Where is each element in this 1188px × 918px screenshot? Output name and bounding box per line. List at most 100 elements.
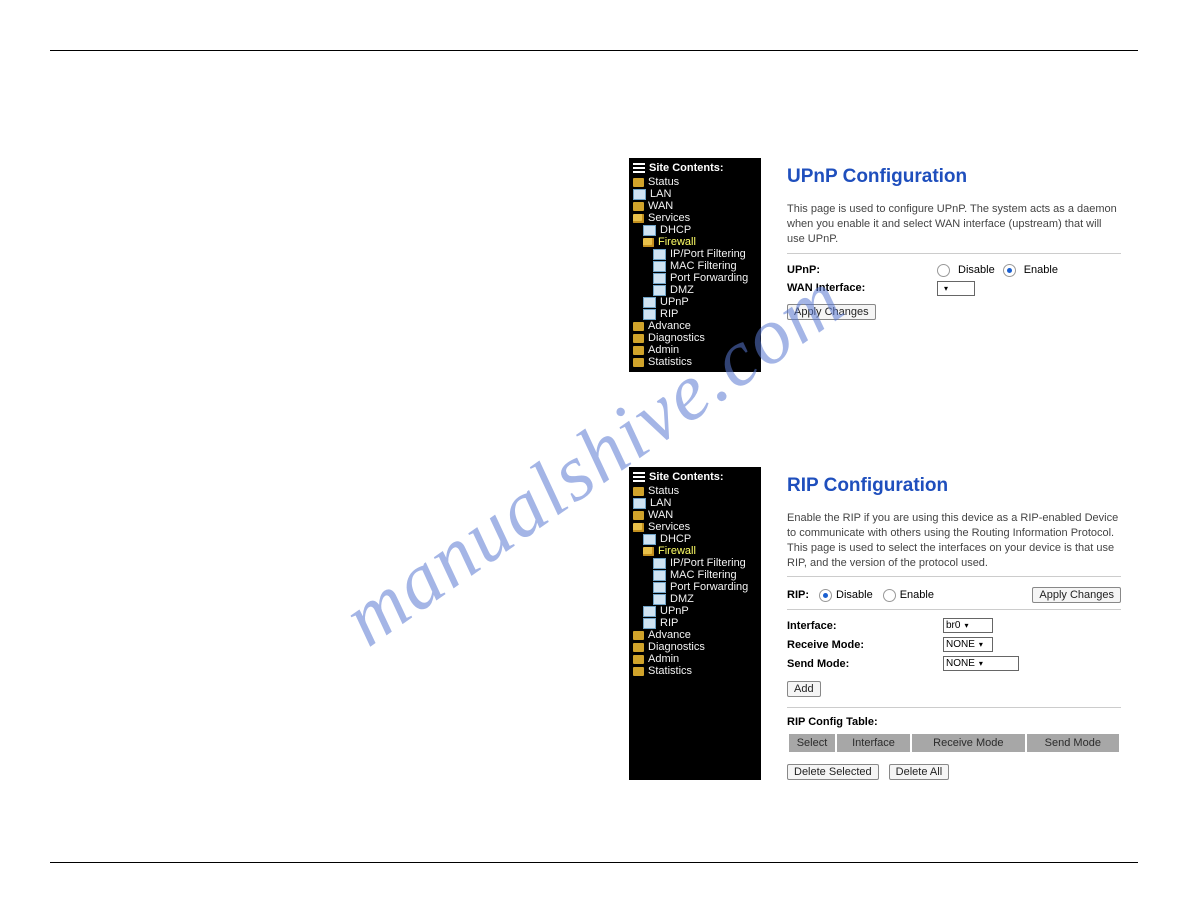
- tree-item-port-forwarding[interactable]: Port Forwarding: [633, 272, 757, 284]
- tree-item-label: RIP: [660, 617, 678, 629]
- tree-item-label: IP/Port Filtering: [670, 557, 746, 569]
- tree-item-label: Firewall: [658, 236, 696, 248]
- tree-item-statistics[interactable]: Statistics: [633, 665, 757, 677]
- folder-icon: [633, 655, 644, 664]
- tree-item-label: Status: [648, 485, 679, 497]
- site-tree-upnp: Site Contents: StatusLANWANServicesDHCPFi…: [629, 158, 761, 372]
- document-icon: [653, 273, 666, 284]
- wan-interface-label: WAN Interface:: [787, 282, 937, 294]
- tree-item-rip[interactable]: RIP: [633, 308, 757, 320]
- tree-item-label: Firewall: [658, 545, 696, 557]
- tree-item-firewall[interactable]: Firewall: [633, 236, 757, 248]
- tree-item-admin[interactable]: Admin: [633, 344, 757, 356]
- tree-item-ip-port-filtering[interactable]: IP/Port Filtering: [633, 557, 757, 569]
- menu-icon: [633, 163, 645, 173]
- rip-enable-radio[interactable]: [883, 589, 896, 602]
- folder-icon: [643, 547, 654, 556]
- document-icon: [643, 606, 656, 617]
- tree-item-lan[interactable]: LAN: [633, 188, 757, 200]
- tree-header: Site Contents:: [633, 162, 757, 174]
- document-icon: [653, 594, 666, 605]
- tree-item-upnp[interactable]: UPnP: [633, 296, 757, 308]
- tree-item-label: Statistics: [648, 356, 692, 368]
- delete-all-button[interactable]: Delete All: [889, 764, 949, 780]
- document-icon: [653, 570, 666, 581]
- document-icon: [643, 225, 656, 236]
- tree-item-mac-filtering[interactable]: MAC Filtering: [633, 260, 757, 272]
- tree-item-status[interactable]: Status: [633, 176, 757, 188]
- tree-item-label: Statistics: [648, 665, 692, 677]
- upnp-description: This page is used to configure UPnP. The…: [787, 202, 1121, 254]
- document-icon: [633, 189, 646, 200]
- col-select: Select: [789, 734, 835, 752]
- folder-icon: [633, 322, 644, 331]
- upnp-enable-text: Enable: [1024, 264, 1058, 276]
- tree-item-upnp[interactable]: UPnP: [633, 605, 757, 617]
- rip-apply-button[interactable]: Apply Changes: [1032, 587, 1121, 603]
- upnp-enable-radio[interactable]: [1003, 264, 1016, 277]
- folder-icon: [633, 346, 644, 355]
- tree-item-wan[interactable]: WAN: [633, 509, 757, 521]
- folder-icon: [633, 214, 644, 223]
- interface-label: Interface:: [787, 620, 943, 632]
- tree-item-admin[interactable]: Admin: [633, 653, 757, 665]
- folder-icon: [633, 643, 644, 652]
- delete-selected-button[interactable]: Delete Selected: [787, 764, 879, 780]
- folder-icon: [633, 487, 644, 496]
- folder-icon: [633, 523, 644, 532]
- receive-mode-select[interactable]: NONE: [943, 637, 993, 652]
- tree-item-status[interactable]: Status: [633, 485, 757, 497]
- rip-disable-radio[interactable]: [819, 589, 832, 602]
- tree-item-label: Port Forwarding: [670, 272, 748, 284]
- tree-item-diagnostics[interactable]: Diagnostics: [633, 332, 757, 344]
- tree-item-label: Admin: [648, 344, 679, 356]
- tree-item-port-forwarding[interactable]: Port Forwarding: [633, 581, 757, 593]
- folder-icon: [633, 667, 644, 676]
- tree-item-mac-filtering[interactable]: MAC Filtering: [633, 569, 757, 581]
- col-send: Send Mode: [1027, 734, 1119, 752]
- tree-item-diagnostics[interactable]: Diagnostics: [633, 641, 757, 653]
- tree-item-label: Diagnostics: [648, 641, 705, 653]
- upnp-title: UPnP Configuration: [787, 166, 1121, 188]
- interface-select[interactable]: br0: [943, 618, 993, 633]
- tree-item-dmz[interactable]: DMZ: [633, 593, 757, 605]
- tree-item-lan[interactable]: LAN: [633, 497, 757, 509]
- tree-item-dhcp[interactable]: DHCP: [633, 224, 757, 236]
- upnp-apply-button[interactable]: Apply Changes: [787, 304, 876, 320]
- tree-item-label: MAC Filtering: [670, 260, 737, 272]
- tree-item-firewall[interactable]: Firewall: [633, 545, 757, 557]
- tree-item-label: Status: [648, 176, 679, 188]
- send-mode-label: Send Mode:: [787, 658, 943, 670]
- folder-icon: [633, 202, 644, 211]
- tree-item-label: DHCP: [660, 224, 691, 236]
- document-icon: [643, 309, 656, 320]
- tree-item-label: UPnP: [660, 296, 689, 308]
- tree-item-dhcp[interactable]: DHCP: [633, 533, 757, 545]
- tree-item-rip[interactable]: RIP: [633, 617, 757, 629]
- folder-icon: [633, 334, 644, 343]
- tree-item-services[interactable]: Services: [633, 212, 757, 224]
- tree-item-label: WAN: [648, 509, 673, 521]
- folder-icon: [643, 238, 654, 247]
- tree-item-advance[interactable]: Advance: [633, 320, 757, 332]
- rip-description: Enable the RIP if you are using this dev…: [787, 511, 1121, 577]
- col-receive: Receive Mode: [912, 734, 1025, 752]
- tree-item-dmz[interactable]: DMZ: [633, 284, 757, 296]
- tree-item-services[interactable]: Services: [633, 521, 757, 533]
- document-icon: [643, 618, 656, 629]
- wan-interface-select[interactable]: [937, 281, 975, 296]
- document-icon: [633, 498, 646, 509]
- menu-icon: [633, 472, 645, 482]
- tree-item-label: DMZ: [670, 593, 694, 605]
- tree-item-wan[interactable]: WAN: [633, 200, 757, 212]
- send-mode-select[interactable]: NONE: [943, 656, 1019, 671]
- tree-item-label: Admin: [648, 653, 679, 665]
- upnp-disable-radio[interactable]: [937, 264, 950, 277]
- tree-item-advance[interactable]: Advance: [633, 629, 757, 641]
- tree-item-ip-port-filtering[interactable]: IP/Port Filtering: [633, 248, 757, 260]
- rip-add-button[interactable]: Add: [787, 681, 821, 697]
- tree-item-label: DMZ: [670, 284, 694, 296]
- rip-label: RIP:: [787, 589, 809, 601]
- folder-icon: [633, 358, 644, 367]
- tree-item-statistics[interactable]: Statistics: [633, 356, 757, 368]
